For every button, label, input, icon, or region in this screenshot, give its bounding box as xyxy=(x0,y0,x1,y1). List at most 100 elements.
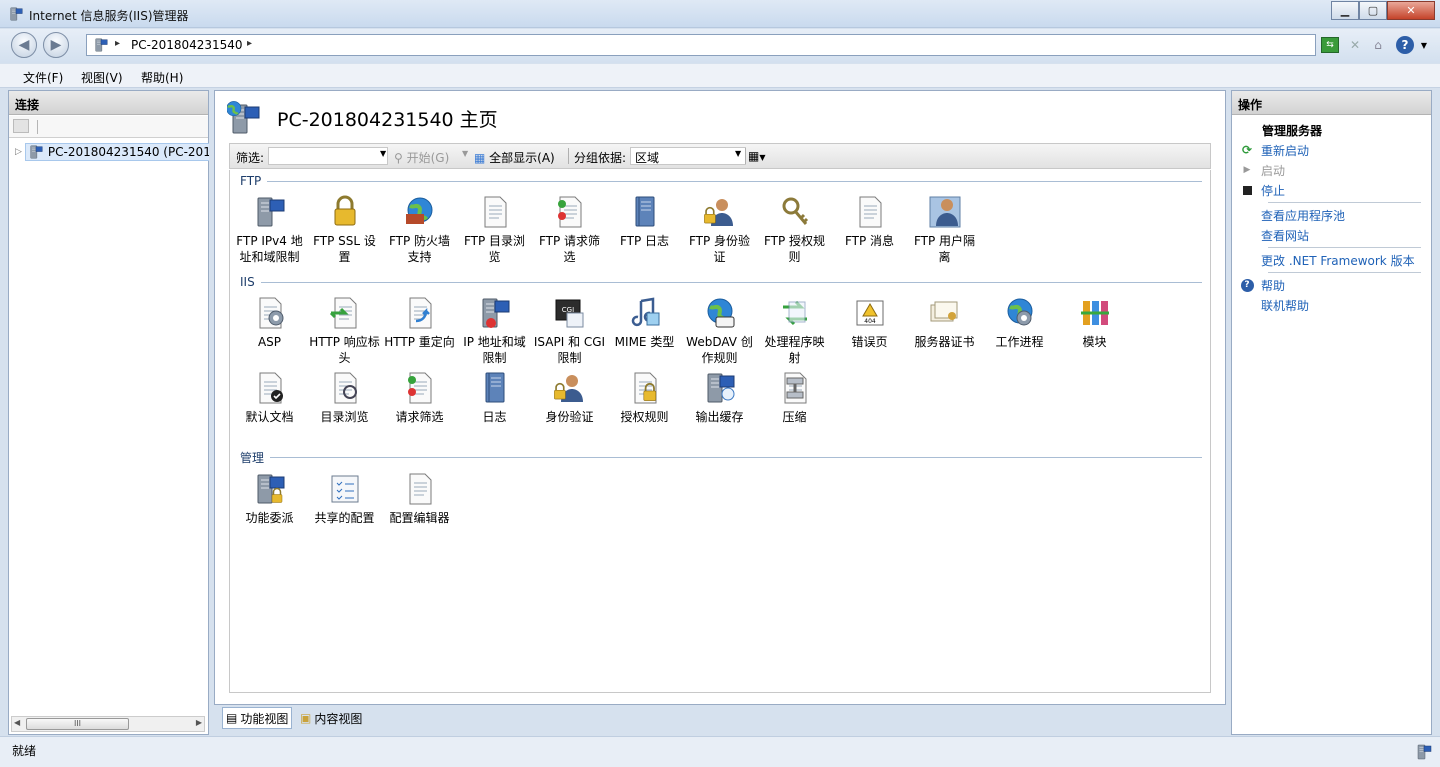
filter-input[interactable] xyxy=(268,147,388,165)
back-button[interactable]: ◀ xyxy=(11,32,37,58)
feature-default-document[interactable]: 默认文档 xyxy=(232,370,307,425)
view-mode-icon[interactable]: ▦▼ xyxy=(748,149,766,163)
feature-ftp-messages[interactable]: FTP 消息 xyxy=(832,194,907,249)
feature-server-certificates[interactable]: 服务器证书 xyxy=(907,295,982,350)
connect-icon[interactable] xyxy=(13,119,29,133)
start-filter-button[interactable]: ⚲ 开始(G) xyxy=(394,149,449,166)
response-headers-icon xyxy=(329,295,363,331)
feature-ftp-authentication[interactable]: FTP 身份验证 xyxy=(682,194,757,265)
menu-help[interactable]: 帮助(H) xyxy=(141,69,183,86)
home-icon[interactable]: ⌂ xyxy=(1368,35,1388,55)
feature-isapi-cgi-restriction[interactable]: ISAPI 和 CGI 限制 xyxy=(532,295,607,366)
feature-ftp-user-isolation[interactable]: FTP 用户隔离 xyxy=(907,194,982,265)
start-icon: ▶ xyxy=(1243,165,1251,175)
feature-output-caching[interactable]: 输出缓存 xyxy=(682,370,757,425)
scroll-left-icon[interactable]: ◀ xyxy=(14,718,20,727)
filter-dropdown-icon[interactable]: ▼ xyxy=(380,149,386,158)
feature-label: FTP 用户隔 xyxy=(913,234,976,248)
feature-ip-domain-restriction[interactable]: IP 地址和域 限制 xyxy=(457,295,532,366)
feature-ftp-ipv4-restriction[interactable]: FTP IPv4 地址和域限制 xyxy=(232,194,307,265)
tree-node-server[interactable]: ▷ PC-201804231540 (PC-2018 xyxy=(15,143,209,161)
tree-node-selected[interactable]: PC-201804231540 (PC-2018 xyxy=(24,143,209,161)
feature-label: 服务器证书 xyxy=(914,335,975,349)
tree-expander-icon[interactable]: ▷ xyxy=(15,147,22,157)
action-stop[interactable]: 停止 xyxy=(1240,181,1285,199)
refresh-view-icon[interactable]: ⇆ xyxy=(1321,37,1339,53)
scroll-thumb[interactable]: III xyxy=(26,718,129,730)
maximize-button[interactable]: ▢ xyxy=(1359,1,1387,20)
section-title: 管理 xyxy=(240,450,265,465)
action-label: 联机帮助 xyxy=(1261,298,1310,313)
main-pane: PC-201804231540 主页 筛选: ▼ ⚲ 开始(G) ▼ ▦ 全部显… xyxy=(214,90,1226,705)
spacer-icon xyxy=(1240,253,1254,267)
feature-ftp-request-filtering[interactable]: FTP 请求筛选 xyxy=(532,194,607,265)
feature-mime-types[interactable]: MIME 类型 xyxy=(607,295,682,350)
action-start[interactable]: ▶ 启动 xyxy=(1240,161,1285,179)
feature-delegation[interactable]: 功能委派 xyxy=(232,471,307,526)
feature-ftp-logging[interactable]: FTP 日志 xyxy=(607,194,682,249)
firewall-icon xyxy=(405,194,438,224)
breadcrumb-arrow-icon[interactable]: ▸ xyxy=(247,38,252,49)
feature-logging[interactable]: 日志 xyxy=(457,370,532,425)
feature-request-filtering[interactable]: 请求筛选 xyxy=(382,370,457,425)
connections-hscrollbar[interactable]: ◀ III ▶ xyxy=(11,716,205,732)
action-view-app-pools[interactable]: 查看应用程序池 xyxy=(1240,206,1345,224)
feature-shared-configuration[interactable]: 共享的配置 xyxy=(307,471,382,526)
help-dropdown-icon[interactable]: ▼ xyxy=(1414,35,1434,55)
section-management: 管理 xyxy=(240,450,1202,465)
feature-compression[interactable]: 压缩 xyxy=(757,370,832,425)
action-label: 查看网站 xyxy=(1261,228,1310,243)
feature-configuration-editor[interactable]: 配置编辑器 xyxy=(382,471,457,526)
feature-worker-processes[interactable]: 工作进程 xyxy=(982,295,1057,350)
feature-directory-browsing[interactable]: 目录浏览 xyxy=(307,370,382,425)
groupby-dropdown-icon[interactable]: ▼ xyxy=(735,149,741,158)
iis-app-icon xyxy=(8,6,24,22)
action-restart[interactable]: ⟳ 重新启动 xyxy=(1240,141,1309,159)
default-document-icon xyxy=(252,370,283,406)
close-button[interactable]: ✕ xyxy=(1387,1,1435,20)
feature-label: 限制 xyxy=(482,351,507,365)
tab-features-view[interactable]: ▤ 功能视图 xyxy=(222,707,293,729)
breadcrumb-server[interactable]: PC-201804231540 xyxy=(131,38,243,52)
shared-config-icon xyxy=(331,475,358,503)
feature-authorization-rules[interactable]: 授权规则 xyxy=(607,370,682,425)
server-icon xyxy=(28,144,44,160)
feature-handler-mappings[interactable]: 处理程序映射 xyxy=(757,295,832,366)
authorization-icon xyxy=(627,370,663,406)
scroll-right-icon[interactable]: ▶ xyxy=(196,718,202,727)
feature-ftp-directory-browsing[interactable]: FTP 目录浏览 xyxy=(457,194,532,265)
stop-icon[interactable]: ✕ xyxy=(1345,35,1365,55)
start-dropdown-icon[interactable]: ▼ xyxy=(462,149,468,158)
action-change-framework[interactable]: 更改 .NET Framework 版本 xyxy=(1240,251,1415,269)
action-online-help[interactable]: 联机帮助 xyxy=(1240,296,1309,314)
feature-error-pages[interactable]: 错误页 xyxy=(832,295,907,350)
action-view-sites[interactable]: 查看网站 xyxy=(1240,226,1309,244)
feature-asp[interactable]: ASP xyxy=(232,295,307,350)
minimize-button[interactable]: ▁ xyxy=(1331,1,1359,20)
menu-file[interactable]: 文件(F) xyxy=(23,69,63,86)
feature-label: 则 xyxy=(788,250,801,264)
feature-http-redirect[interactable]: HTTP 重定向 xyxy=(382,295,457,350)
help-icon[interactable]: ? xyxy=(1396,36,1414,54)
groupby-select[interactable]: 区域 xyxy=(630,147,746,165)
forward-button[interactable]: ▶ xyxy=(43,32,69,58)
feature-label: 压缩 xyxy=(782,410,807,424)
tab-content-view[interactable]: ▣ 内容视图 xyxy=(297,707,365,729)
feature-ftp-firewall[interactable]: FTP 防火墙 支持 xyxy=(382,194,457,265)
breadcrumb-arrow-icon[interactable]: ▸ xyxy=(115,38,120,49)
groupby-label: 分组依据: xyxy=(574,151,627,165)
feature-ftp-ssl[interactable]: FTP SSL 设置 xyxy=(307,194,382,265)
address-bar[interactable]: ▸ PC-201804231540 ▸ xyxy=(86,34,1316,56)
feature-webdav-authoring[interactable]: WebDAV 创作规则 xyxy=(682,295,757,366)
feature-authentication[interactable]: 身份验证 xyxy=(532,370,607,425)
feature-label: 请求筛选 xyxy=(395,410,444,424)
menu-view[interactable]: 视图(V) xyxy=(81,69,123,86)
feature-modules[interactable]: 模块 xyxy=(1057,295,1132,350)
show-all-button[interactable]: ▦ 全部显示(A) xyxy=(474,149,555,166)
handler-mapping-icon xyxy=(777,295,813,331)
actions-separator xyxy=(1268,202,1421,203)
action-help[interactable]: ? 帮助 xyxy=(1240,276,1285,294)
feature-delegation-icon xyxy=(252,471,288,507)
feature-ftp-authorization[interactable]: FTP 授权规则 xyxy=(757,194,832,265)
feature-http-response-headers[interactable]: HTTP 响应标头 xyxy=(307,295,382,366)
